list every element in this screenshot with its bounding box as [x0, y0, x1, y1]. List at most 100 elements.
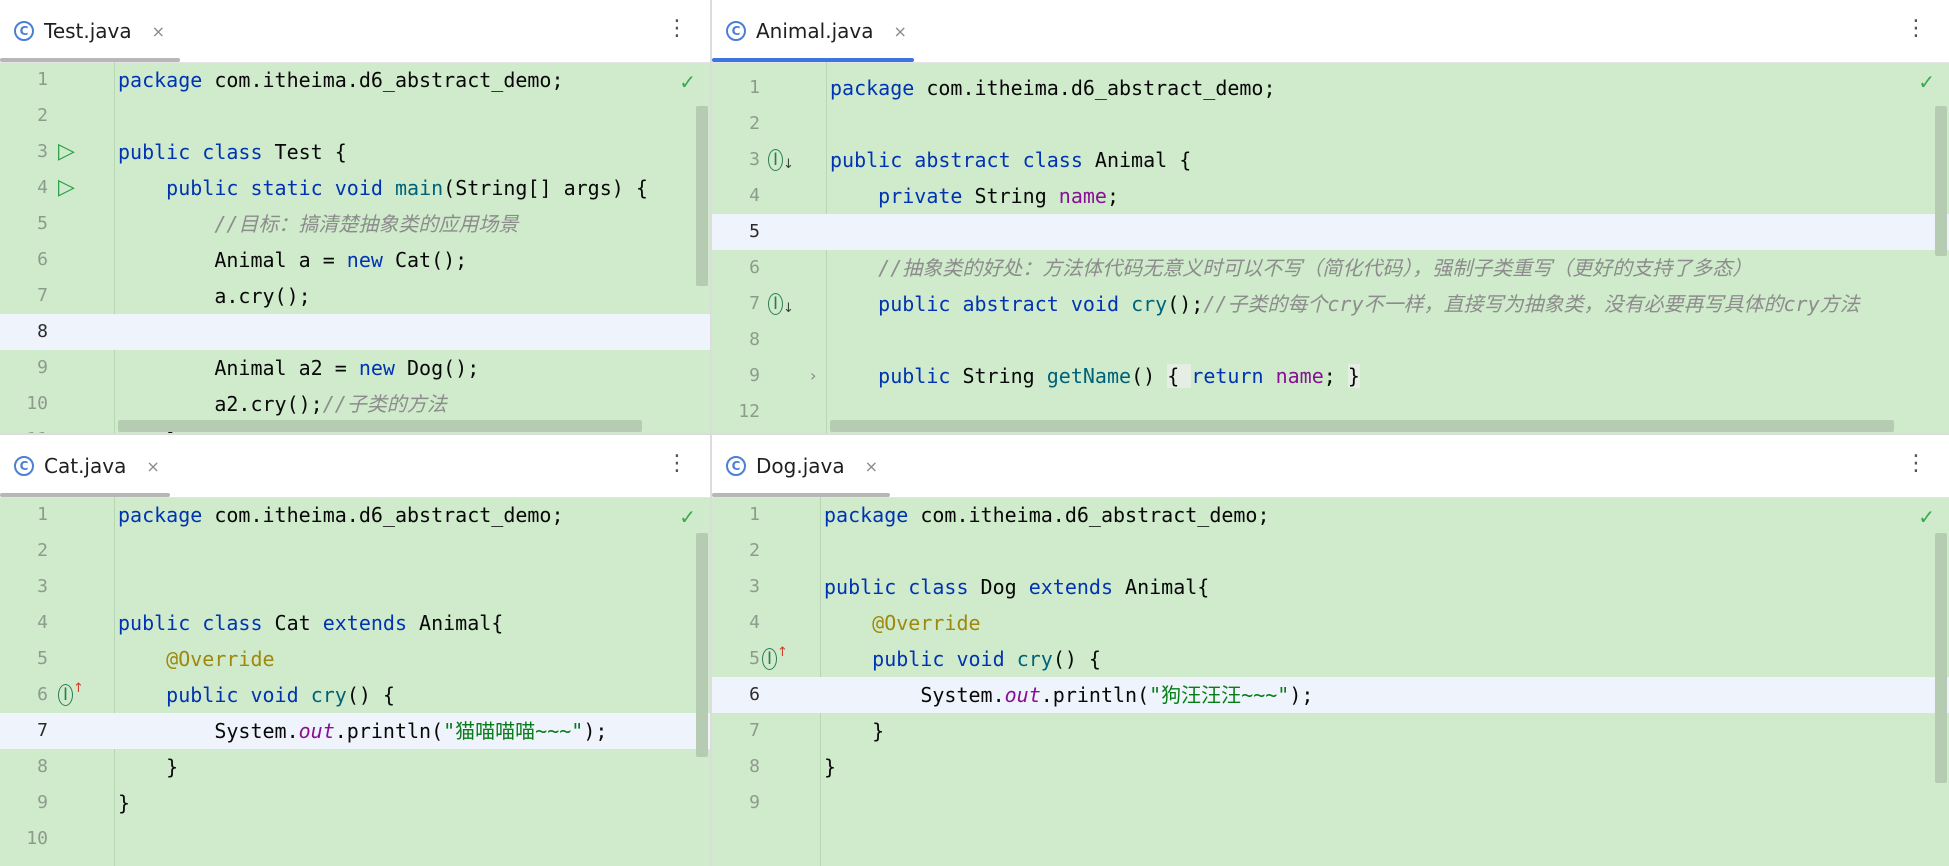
- code-token: Cat: [274, 611, 323, 635]
- more-options-icon[interactable]: ⋮: [1905, 453, 1927, 475]
- run-icon[interactable]: ▷: [58, 170, 75, 206]
- code-token: }: [118, 791, 131, 815]
- line-number: 7: [749, 720, 760, 741]
- code-line: 2: [712, 533, 1949, 569]
- code-line: 4 private String name;: [712, 178, 1949, 214]
- code-token: a2.cry();: [118, 392, 323, 416]
- code-token: abstract: [914, 148, 1023, 172]
- tab-dog-java[interactable]: C Dog.java ×: [726, 435, 878, 497]
- tab-test-java[interactable]: C Test.java ×: [14, 0, 165, 62]
- code-token: out: [1004, 683, 1041, 707]
- current-line: 6 System.out.println("狗汪汪汪~~~");: [712, 677, 1949, 713]
- code-token: Animal a =: [118, 248, 347, 272]
- code-token: }: [824, 719, 885, 743]
- class-icon: C: [14, 456, 34, 476]
- tab-animal-java[interactable]: C Animal.java ×: [726, 0, 907, 62]
- code-editor[interactable]: 1 package com.itheima.d6_abstract_demo; 2…: [712, 497, 1949, 866]
- line-number: 10: [26, 393, 48, 414]
- code-line: 3: [0, 569, 710, 605]
- line-number: 7: [37, 720, 48, 741]
- close-icon[interactable]: ×: [146, 457, 159, 476]
- line-number: 1: [37, 69, 48, 90]
- code-token: package: [830, 76, 927, 100]
- code-line: 10 a2.cry();//子类的方法: [0, 386, 710, 422]
- implements-method-icon[interactable]: I ↑: [58, 677, 84, 715]
- line-number: 7: [749, 293, 760, 314]
- code-token: com.itheima.d6_abstract_demo;: [920, 503, 1270, 527]
- line-number: 4: [749, 612, 760, 633]
- code-token: () {: [346, 683, 395, 707]
- vertical-scrollbar[interactable]: [1935, 533, 1947, 783]
- code-line: 1 package com.itheima.d6_abstract_demo;: [0, 62, 710, 98]
- code-token: public: [118, 140, 203, 164]
- line-number: 10: [26, 828, 48, 849]
- horizontal-scrollbar[interactable]: [118, 420, 642, 432]
- current-line: 8: [0, 314, 710, 350]
- tab-bar: C Cat.java × ⋮: [0, 435, 710, 498]
- current-line: 5: [712, 214, 1949, 250]
- code-token: //抽象类的好处：方法体代码无意义时可以不写（简化代码），强制子类重写（更好的支…: [878, 256, 1753, 280]
- fold-icon[interactable]: ›: [810, 358, 816, 394]
- vertical-scrollbar[interactable]: [1935, 106, 1947, 256]
- line-content: }: [118, 749, 178, 785]
- code-token: Animal{: [419, 611, 504, 635]
- code-editor[interactable]: 1 package com.itheima.d6_abstract_demo; 2…: [0, 497, 710, 866]
- tab-label: Cat.java: [44, 454, 127, 478]
- line-content: Animal a = new Cat();: [118, 242, 467, 278]
- code-line: 7 a.cry();: [0, 278, 710, 314]
- code-token: ;: [1323, 364, 1348, 388]
- code-line: 9 Animal a2 = new Dog();: [0, 350, 710, 386]
- code-line: 2: [0, 533, 710, 569]
- implemented-by-icon[interactable]: I ↓: [768, 142, 794, 180]
- line-content: public static void main(String[] args) {: [118, 170, 648, 206]
- code-token: void: [250, 683, 311, 707]
- code-line: 4 ▷ public static void main(String[] args…: [0, 170, 710, 206]
- check-icon: ✓: [679, 70, 696, 94]
- editor-pane-animal: C Animal.java × ⋮ 1 package com.itheima.d…: [712, 0, 1949, 433]
- code-token: @Override: [166, 647, 275, 671]
- code-line: 1 package com.itheima.d6_abstract_demo;: [712, 497, 1949, 533]
- code-token: public: [824, 575, 909, 599]
- horizontal-splitter[interactable]: [0, 433, 1949, 435]
- implement-icon: I: [768, 149, 784, 171]
- line-content: a2.cry();//子类的方法: [118, 386, 446, 422]
- code-token: out: [298, 719, 335, 743]
- run-icon[interactable]: ▷: [58, 134, 75, 170]
- implements-method-icon[interactable]: I ↑: [762, 641, 788, 679]
- line-number: 8: [749, 756, 760, 777]
- code-line: 5 //目标：搞清楚抽象类的应用场景: [0, 206, 710, 242]
- tab-label: Animal.java: [756, 19, 874, 43]
- code-token: new: [358, 356, 407, 380]
- horizontal-scrollbar[interactable]: [830, 420, 1894, 432]
- tab-cat-java[interactable]: C Cat.java ×: [14, 435, 160, 497]
- code-token: public: [872, 647, 957, 671]
- implemented-by-icon[interactable]: I ↓: [768, 286, 794, 324]
- code-editor[interactable]: 1 package com.itheima.d6_abstract_demo; 2…: [0, 62, 710, 433]
- more-options-icon[interactable]: ⋮: [666, 18, 688, 40]
- more-options-icon[interactable]: ⋮: [1905, 18, 1927, 40]
- close-icon[interactable]: ×: [152, 22, 165, 41]
- vertical-scrollbar[interactable]: [696, 106, 708, 286]
- check-icon: ✓: [679, 505, 696, 529]
- code-editor[interactable]: 1 package com.itheima.d6_abstract_demo; 2…: [712, 62, 1949, 433]
- vertical-scrollbar[interactable]: [696, 533, 708, 757]
- tab-bar: C Test.java × ⋮: [0, 0, 710, 63]
- ide-split-editor: C Test.java × ⋮ 1 package com.itheima.d6_…: [0, 0, 1949, 866]
- line-content: public class Cat extends Animal{: [118, 605, 503, 641]
- code-line: 9}: [0, 785, 710, 821]
- line-number: 1: [749, 504, 760, 525]
- code-token: class: [202, 611, 275, 635]
- code-token: "狗汪汪汪~~~": [1149, 683, 1290, 707]
- code-token: com.itheima.d6_abstract_demo;: [926, 76, 1276, 100]
- close-icon[interactable]: ×: [893, 22, 906, 41]
- code-token: ;: [1106, 184, 1120, 208]
- line-content: }: [824, 749, 836, 785]
- code-token: Animal {: [1094, 148, 1192, 172]
- editor-pane-cat: C Cat.java × ⋮ 1 package com.itheima.d6_a…: [0, 435, 710, 866]
- more-options-icon[interactable]: ⋮: [666, 453, 688, 475]
- code-token: String: [974, 184, 1059, 208]
- close-icon[interactable]: ×: [865, 457, 878, 476]
